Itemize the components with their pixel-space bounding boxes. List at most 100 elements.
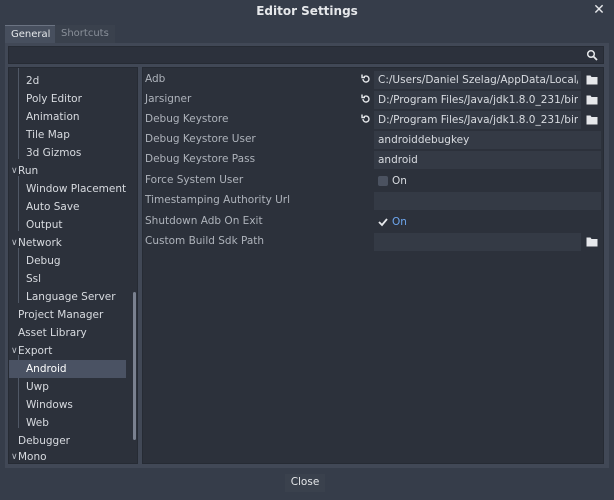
property-label: Custom Build Sdk Path [145,235,265,247]
tree-item-window-placement[interactable]: Window Placement [9,180,126,198]
tree-item-label: 2d [26,75,40,87]
tree-item-label: Language Server [26,291,116,303]
tree-item-label: Debug [26,255,61,267]
property-row-jarsigner: Jarsigner D:/Program Files/Java/jdk1.8.0… [143,90,603,110]
property-label: Debug Keystore Pass [145,153,256,165]
tree-item-label: Uwp [26,381,49,393]
tree-item-label: Export [18,345,53,357]
property-row-adb: Adb C:/Users/Daniel Szelag/AppData/Local… [143,70,603,90]
property-label: Jarsigner [145,93,192,105]
tree-item-export[interactable]: ∨ Export [9,342,126,360]
property-label: Debug Keystore User [145,133,256,145]
property-label: Force System User [145,174,244,186]
property-label: Adb [145,73,166,85]
property-row-custom-build-sdk-path: Custom Build Sdk Path [143,232,603,252]
tree-item-3d-gizmos[interactable]: 3d Gizmos [9,144,126,162]
check-icon[interactable] [378,217,388,227]
tree-item-label: Window Placement [26,183,127,195]
chevron-down-icon[interactable]: ∨ [11,448,18,463]
property-label: Timestamping Authority Url [145,194,291,206]
checkbox-unchecked[interactable] [378,176,388,186]
property-label: Shutdown Adb On Exit [145,215,263,227]
property-row-debug-keystore-pass: Debug Keystore Pass android [143,150,603,170]
folder-icon[interactable] [586,114,598,125]
property-inspector: Adb C:/Users/Daniel Szelag/AppData/Local… [142,67,604,464]
property-label: Debug Keystore [145,113,229,125]
tree-item-web[interactable]: Web [9,414,126,432]
tree-item-label: Mono [18,451,47,463]
tab-shortcuts[interactable]: Shortcuts [55,25,115,43]
tree-item-label: Asset Library [18,327,87,339]
tree-item-label: Output [26,219,63,231]
chevron-down-icon[interactable]: ∨ [11,234,18,252]
tree-item-label: Animation [26,111,80,123]
tree-item-label: Tile Map [26,129,70,141]
shutdown-adb-on-exit-checkbox[interactable]: On [374,213,601,231]
title-bar: Editor Settings ✕ [0,0,614,22]
folder-icon[interactable] [586,94,598,105]
tree-item-label: Auto Save [26,201,80,213]
window-title: Editor Settings [256,4,358,18]
tree-item-label: Web [26,417,49,429]
tree-item-language-server[interactable]: Language Server [9,288,126,306]
debug-keystore-path-field[interactable]: D:/Program Files/Java/jdk1.8.0_231/bin/d… [374,111,581,129]
property-value: D:/Program Files/Java/jdk1.8.0_231/bin/j… [378,94,578,106]
property-row-debug-keystore: Debug Keystore D:/Program Files/Java/jdk… [143,110,603,130]
custom-build-sdk-path-field[interactable] [374,233,581,251]
property-value: D:/Program Files/Java/jdk1.8.0_231/bin/d… [378,114,578,126]
tree-item-label: Project Manager [18,309,104,321]
checkbox-label: On [392,175,407,187]
tree-item-project-manager[interactable]: Project Manager [9,306,126,324]
property-value: C:/Users/Daniel Szelag/AppData/Local/And [378,74,578,86]
tree-item-uwp[interactable]: Uwp [9,378,126,396]
tree-item-poly-editor[interactable]: Poly Editor [9,90,126,108]
chevron-down-icon[interactable]: ∨ [11,162,18,180]
tree-item-mono[interactable]: ∨ Mono [9,448,126,463]
tree-item-label: Poly Editor [26,93,82,105]
tree-item-windows[interactable]: Windows [9,396,126,414]
close-icon[interactable]: ✕ [591,2,607,18]
tree-item-label: Android [26,363,67,375]
force-system-user-checkbox[interactable]: On [374,172,601,190]
tree-item-output[interactable]: Output [9,216,126,234]
tree-item-ssl[interactable]: Ssl [9,270,126,288]
tree-item-animation[interactable]: Animation [9,108,126,126]
debug-keystore-pass-field[interactable]: android [374,151,601,169]
property-row-timestamping-authority-url: Timestamping Authority Url [143,191,603,211]
search-input[interactable] [8,46,604,64]
timestamping-authority-url-field[interactable] [374,192,601,210]
property-value: androiddebugkey [378,134,470,146]
tree-item-2d[interactable]: 2d [9,72,126,90]
checkbox-label: On [392,216,407,228]
revert-icon[interactable] [360,113,372,125]
property-row-debug-keystore-user: Debug Keystore User androiddebugkey [143,130,603,150]
tree-item-android[interactable]: Android [9,360,126,378]
folder-icon[interactable] [586,74,598,85]
revert-icon[interactable] [360,73,372,85]
tree-item-label: 3d Gizmos [26,147,82,159]
tree-item-asset-library[interactable]: Asset Library [9,324,126,342]
adb-path-field[interactable]: C:/Users/Daniel Szelag/AppData/Local/And [374,71,581,89]
tree-item-label: Network [18,237,62,249]
folder-icon[interactable] [586,236,598,247]
chevron-down-icon[interactable]: ∨ [11,342,18,360]
tree-item-auto-save[interactable]: Auto Save [9,198,126,216]
tree-item-label: Windows [26,399,73,411]
close-button[interactable]: Close [285,474,325,492]
jarsigner-path-field[interactable]: D:/Program Files/Java/jdk1.8.0_231/bin/j… [374,91,581,109]
tree-item-run[interactable]: ∨ Run [9,162,126,180]
tree-item-tile-map[interactable]: Tile Map [9,126,126,144]
tree-scrollbar[interactable] [133,292,136,440]
tree-item-debug[interactable]: Debug [9,252,126,270]
tab-general[interactable]: General [5,25,57,44]
debug-keystore-user-field[interactable]: androiddebugkey [374,131,601,149]
revert-icon[interactable] [360,93,372,105]
property-row-shutdown-adb-on-exit: Shutdown Adb On Exit On [143,212,603,232]
settings-category-tree: 2d Poly Editor Animation Tile Map 3d Giz… [8,67,138,464]
search-icon [586,49,598,61]
property-row-force-system-user: Force System User On [143,171,603,191]
tree-item-network[interactable]: ∨ Network [9,234,126,252]
tree-item-label: Ssl [26,273,42,285]
tree-item-label: Run [18,165,39,177]
property-value: android [378,154,418,166]
